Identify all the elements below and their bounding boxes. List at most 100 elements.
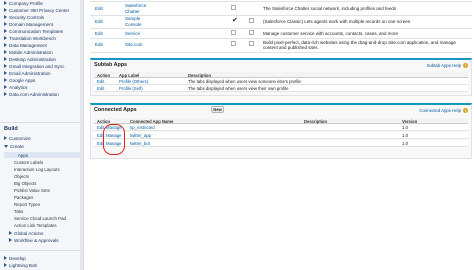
table-row: Edit Manage twitter_app 1.0 — [94, 132, 468, 139]
app-description: (Salesforce Classic) Lets agents work wi… — [263, 19, 411, 24]
expand-triangle-icon — [4, 8, 7, 12]
edit-link[interactable]: Edit — [97, 79, 104, 84]
app-description: Manage customer service with accounts, c… — [263, 31, 399, 36]
sidebar-subitem-service-cloud-launch-pad[interactable]: Service Cloud Launch Pad — [14, 216, 66, 221]
sidebar-scrollbar[interactable] — [80, 0, 83, 270]
manage-highlight-annotation — [103, 124, 125, 155]
panel-title: Subtab Apps — [94, 62, 128, 68]
setup-sidebar: Company Profile Customer 360 Privacy Cen… — [0, 0, 84, 270]
sidebar-item-company-profile[interactable]: Company Profile — [4, 0, 43, 6]
expand-triangle-icon — [4, 1, 7, 5]
sidebar-item-global-actions[interactable]: Global Actions — [9, 230, 43, 236]
sidebar-subitem-objects[interactable]: Objects — [14, 174, 29, 179]
sidebar-item-desktop-administration[interactable]: Desktop Administration — [4, 56, 56, 62]
connected-app-name-link[interactable]: sp_restricted — [130, 125, 155, 130]
expand-triangle-icon — [4, 50, 7, 54]
sidebar-item-domain-management[interactable]: Domain Management — [4, 21, 53, 27]
sidebar-item-email-administration[interactable]: Email Administration — [4, 70, 51, 76]
sidebar-item-lightning-bolt[interactable]: Lightning Bolt — [4, 262, 37, 268]
app-name-link[interactable]: Salesforce — [125, 3, 146, 8]
app-name-link[interactable]: Sample — [125, 16, 140, 21]
expand-triangle-icon — [4, 78, 7, 82]
help-icon: ? — [463, 63, 468, 68]
sidebar-item-analytics[interactable]: Analytics — [4, 84, 27, 90]
collapse-triangle-icon — [4, 144, 8, 148]
row-description: The tabs displayed when users view their… — [188, 86, 289, 92]
subtab-apps-panel: Subtab Apps Subtab Apps Help ? Action Ap… — [90, 58, 472, 96]
sidebar-item-gmail-integration[interactable]: Gmail Integration and Sync — [4, 63, 64, 69]
app-checkbox[interactable] — [249, 41, 254, 46]
table-row: Edit Profile (Self) The tabs displayed w… — [94, 85, 468, 92]
subtab-apps-help-link[interactable]: Subtab Apps Help ? — [427, 63, 468, 68]
connected-app-name-link[interactable]: twitter_app — [130, 133, 151, 138]
sidebar-subitem-action-link-templates[interactable]: Action Link Templates — [14, 223, 57, 228]
expand-triangle-icon — [4, 136, 7, 140]
sidebar-item-security-controls[interactable]: Security Controls — [4, 14, 44, 20]
app-label-link[interactable]: Profile (Self) — [119, 86, 143, 91]
row-version: 1.0 — [402, 125, 408, 131]
sidebar-item-apps[interactable]: Apps — [4, 152, 80, 158]
edit-link[interactable]: Edit — [95, 6, 103, 11]
sidebar-item-customize[interactable]: Customize — [4, 135, 31, 141]
sidebar-subitem-report-types[interactable]: Report Types — [14, 202, 40, 207]
app-checkbox[interactable] — [249, 18, 254, 23]
sidebar-item-mobile-administration[interactable]: Mobile Administration — [4, 49, 53, 55]
table-row: Edit Manage twitter_bot 1.0 — [94, 140, 468, 147]
edit-link[interactable]: Edit — [95, 42, 103, 47]
sidebar-item-datacom-administration[interactable]: Data.com Administration — [4, 91, 59, 97]
connected-apps-panel: Connected Apps New Connected Apps Help ?… — [90, 103, 472, 159]
app-checkbox[interactable] — [231, 30, 236, 35]
expand-triangle-icon — [4, 15, 7, 19]
panel-title: Connected Apps — [94, 107, 137, 113]
expand-triangle-icon — [4, 71, 7, 75]
sidebar-item-google-apps[interactable]: Google Apps — [4, 77, 35, 83]
connected-apps-help-link[interactable]: Connected Apps Help ? — [419, 108, 468, 113]
edit-link[interactable]: Edit — [95, 19, 103, 24]
expand-triangle-icon — [9, 238, 12, 242]
app-name-link[interactable]: Service — [125, 31, 140, 36]
app-checkbox[interactable] — [231, 41, 236, 46]
sidebar-item-workflow-approvals[interactable]: Workflow & Approvals — [9, 237, 59, 243]
app-description: The Salesforce Chatter social network, i… — [263, 6, 397, 11]
sidebar-subitem-custom-labels[interactable]: Custom Labels — [14, 160, 43, 165]
edit-link[interactable]: Edit — [95, 31, 103, 36]
app-label-link[interactable]: Profile (Others) — [119, 79, 148, 84]
edit-link[interactable]: Edit — [97, 86, 104, 91]
new-connected-app-button[interactable]: New — [211, 106, 224, 113]
row-version: 1.0 — [402, 141, 408, 147]
sidebar-item-data-management[interactable]: Data Management — [4, 42, 47, 48]
connected-app-name-link[interactable]: twitter_bot — [130, 141, 150, 146]
sidebar-subitem-packages[interactable]: Packages — [14, 195, 33, 200]
sidebar-item-develop[interactable]: Develop — [4, 255, 26, 261]
app-name-link-line2[interactable]: Console — [125, 22, 142, 27]
sidebar-item-create[interactable]: Create — [4, 143, 24, 149]
sidebar-subitem-big-objects[interactable]: Big Objects — [14, 181, 36, 186]
app-name-link[interactable]: Site.com — [125, 42, 143, 47]
app-name-link-line2[interactable]: Chatter — [125, 9, 140, 14]
table-row: Edit Profile (Others) The tabs displayed… — [94, 78, 468, 85]
main-content: Edit Salesforce Chatter The Salesforce C… — [86, 0, 474, 270]
sidebar-subitem-tabs[interactable]: Tabs — [14, 209, 23, 214]
table-row: Edit Manage sp_restricted 1.0 — [94, 124, 468, 131]
app-checkbox[interactable] — [231, 5, 236, 10]
expand-triangle-icon — [4, 36, 7, 40]
expand-triangle-icon — [4, 263, 7, 267]
row-divider — [90, 52, 472, 53]
sidebar-item-communication-templates[interactable]: Communication Templates — [4, 28, 63, 34]
expand-triangle-icon — [4, 85, 7, 89]
expand-triangle-icon — [4, 256, 7, 260]
sidebar-subitem-interaction-log-layouts[interactable]: Interaction Log Layouts — [14, 167, 60, 172]
sidebar-subitem-picklist-value-sets[interactable]: Picklist Value Sets — [14, 188, 50, 193]
expand-triangle-icon — [9, 231, 12, 235]
expand-triangle-icon — [4, 57, 7, 61]
sidebar-item-customer-360[interactable]: Customer 360 Privacy Center — [4, 7, 69, 13]
expand-triangle-icon — [4, 43, 7, 47]
app-checkbox[interactable] — [249, 30, 254, 35]
row-divider — [90, 28, 472, 29]
expand-triangle-icon — [4, 29, 7, 33]
row-version: 1.0 — [402, 133, 408, 139]
sidebar-item-translation-workbench[interactable]: Translation Workbench — [4, 35, 56, 41]
checkmark-icon: ✔ — [232, 17, 238, 24]
sidebar-divider — [0, 122, 83, 123]
help-icon: ? — [463, 108, 468, 113]
